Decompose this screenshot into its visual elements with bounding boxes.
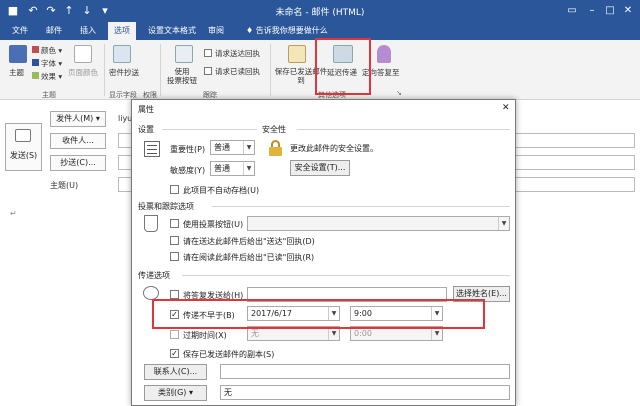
divider [297, 129, 510, 130]
no-autoarchive-label: 此项目不自动存档(U) [183, 186, 260, 195]
security-settings-button[interactable]: 安全设置(T)... [290, 160, 350, 176]
from-button[interactable]: 发件人(M) ▾ [50, 111, 106, 127]
group-separator [104, 44, 105, 96]
effects-button[interactable]: 效果 ▾ [32, 71, 62, 82]
direct-replies-icon [377, 45, 391, 63]
tab-format-text[interactable]: 设置文本格式 [142, 22, 202, 40]
request-read-checkbox[interactable]: 请求已读回执 [204, 66, 260, 77]
delay-delivery-highlight [315, 38, 371, 95]
dialog-close-icon[interactable]: ✕ [502, 103, 510, 113]
contacts-input[interactable] [220, 364, 510, 379]
voting-icon [144, 215, 158, 232]
request-read-receipt-label: 请在阅读此邮件后给出"已读"回执(R) [183, 253, 315, 262]
use-voting-buttons-checkbox[interactable] [170, 219, 179, 228]
sensitivity-select[interactable]: 普通 ▼ [210, 161, 255, 176]
chevron-down-icon: ▼ [498, 217, 509, 230]
lock-icon [269, 140, 282, 156]
properties-dialog: 属性 ✕ 设置 重要性(P) 普通 ▼ 敏感度(Y) 普通 ▼ 此项目不自动存档(U… [131, 99, 516, 406]
save-sent-icon [288, 45, 306, 63]
window-title: 未命名 - 邮件 (HTML) [275, 8, 365, 18]
bcc-icon [113, 45, 131, 63]
maximize-icon[interactable]: □ [600, 3, 620, 19]
expires-after-checkbox[interactable] [170, 330, 179, 339]
no-autoarchive-checkbox[interactable] [170, 185, 179, 194]
minimize-icon[interactable]: – [582, 3, 602, 19]
colors-button[interactable]: 颜色 ▾ [32, 45, 62, 56]
save-copy-label: 保存已发送邮件的副本(S) [183, 350, 275, 359]
page-color-icon [74, 45, 92, 63]
tab-insert[interactable]: 插入 [74, 22, 102, 40]
settings-section-title: 设置 [138, 125, 154, 134]
tab-options[interactable]: 选项 [108, 22, 136, 40]
expires-after-label: 过期时间(X) [183, 331, 227, 340]
checkbox-box [204, 67, 212, 75]
request-delivery-receipt-checkbox[interactable] [170, 236, 179, 245]
contacts-button[interactable]: 联系人(C)... [144, 364, 207, 380]
dialog-launcher-icon[interactable]: ↘ [396, 89, 402, 97]
use-voting-buttons-label: 使用投票按钮(U) [183, 220, 244, 229]
effects-icon [32, 72, 39, 79]
dialog-title: 属性 [138, 105, 154, 114]
deliver-option-highlight [152, 299, 485, 329]
group-separator [160, 44, 161, 96]
voting-options-select[interactable]: ▼ [247, 216, 510, 231]
voting-section-title: 投票和跟踪选项 [138, 202, 194, 211]
delivery-clock-icon [143, 286, 159, 300]
lightbulb-icon: ♦ [246, 26, 254, 35]
checkbox-box [204, 49, 212, 57]
divider [212, 206, 510, 207]
ribbon-display-icon[interactable]: ▭ [562, 3, 582, 19]
divider [162, 129, 257, 130]
request-delivery-checkbox[interactable]: 请求送达回执 [204, 48, 260, 59]
tab-file[interactable]: 文件 [6, 22, 34, 40]
divider [182, 275, 510, 276]
chevron-down-icon: ▼ [243, 141, 254, 154]
fonts-icon [32, 59, 39, 66]
settings-icon [144, 141, 160, 157]
have-replies-sent-checkbox[interactable] [170, 290, 179, 299]
chevron-down-icon: ▾ [188, 388, 193, 397]
title-bar: ■ ↶ ↷ ↑ ↓ ▾ 未命名 - 邮件 (HTML) ▭ – □ ✕ [0, 0, 640, 22]
importance-label: 重要性(P) [170, 145, 206, 154]
theme-button[interactable]: 主题 [9, 67, 24, 78]
request-delivery-receipt-label: 请在送达此邮件后给出"送达"回执(D) [183, 237, 315, 246]
theme-icon[interactable] [9, 45, 27, 63]
categories-button[interactable]: 类别(G) ▾ [144, 385, 207, 401]
tab-review[interactable]: 审阅 [202, 22, 230, 40]
delivery-section-title: 传递选项 [138, 271, 170, 280]
save-copy-checkbox[interactable] [170, 349, 179, 358]
sensitivity-label: 敏感度(Y) [170, 166, 206, 175]
request-read-receipt-checkbox[interactable] [170, 252, 179, 261]
chevron-down-icon: ▼ [243, 162, 254, 175]
close-icon[interactable]: ✕ [618, 3, 638, 19]
voting-icon [175, 45, 193, 63]
categories-input[interactable]: 无 [220, 385, 510, 400]
subject-label: 主题(U) [50, 181, 79, 190]
group-separator [270, 44, 271, 96]
colors-icon [32, 46, 39, 53]
to-button[interactable]: 收件人... [50, 133, 106, 149]
fonts-button[interactable]: 字体 ▾ [32, 58, 62, 69]
cc-button[interactable]: 抄送(C)... [50, 155, 106, 171]
security-section-title: 安全性 [262, 125, 286, 134]
send-icon [15, 129, 31, 142]
use-voting-button[interactable]: 使用 投票按钮 [166, 67, 198, 85]
bcc-button[interactable]: 密件抄送 [109, 67, 139, 78]
importance-select[interactable]: 普通 ▼ [210, 140, 255, 155]
group-label-theme: 主题 [42, 91, 56, 99]
body-paragraph-mark: ↵ [10, 209, 17, 218]
tab-message[interactable]: 邮件 [40, 22, 68, 40]
page-color-button[interactable]: 页面颜色 [68, 67, 98, 78]
security-description: 更改此邮件的安全设置。 [290, 144, 378, 153]
